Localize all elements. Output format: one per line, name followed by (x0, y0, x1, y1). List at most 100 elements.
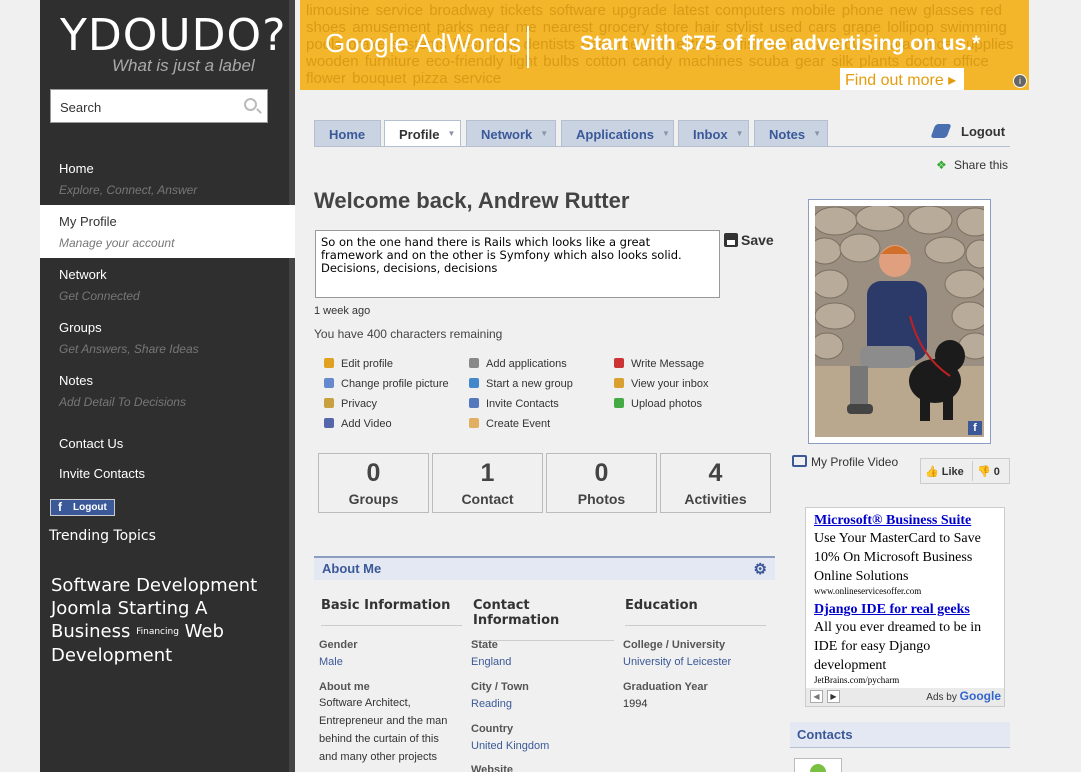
adwords-banner[interactable]: limousine service broadway tickets softw… (300, 0, 1029, 90)
view-inbox-link[interactable]: View your inbox (614, 378, 708, 390)
ads-by-google[interactable]: Ads by Google (926, 689, 1001, 703)
ad-headline[interactable]: Microsoft® Business Suite (814, 513, 996, 529)
field-value[interactable]: England (471, 653, 611, 671)
stat-photos[interactable]: 0 Photos (546, 453, 657, 513)
sidebar-item-subtitle: Manage your account (59, 236, 175, 250)
tag-link[interactable]: Software Development (51, 575, 257, 596)
search-input[interactable]: Search (50, 89, 268, 123)
action-label: Add applications (486, 358, 567, 370)
lock-icon (324, 398, 334, 408)
status-textarea[interactable]: So on the one hand there is Rails which … (315, 230, 720, 298)
facebook-logout-label: Logout (73, 502, 107, 513)
chevron-left-icon[interactable]: ◀ (810, 690, 823, 703)
ad-headline[interactable]: Django IDE for real geeks (814, 602, 996, 618)
edit-profile-link[interactable]: Edit profile (324, 358, 393, 370)
tv-icon (792, 455, 807, 467)
sidebar-item-groups[interactable]: Groups Get Answers, Share Ideas (40, 311, 295, 364)
tab-label: Home (329, 127, 366, 142)
ad-url[interactable]: www.onlineservicesoffer.com (814, 586, 996, 596)
tab-profile[interactable]: Profile ▼ (384, 120, 461, 147)
action-label: Change profile picture (341, 378, 449, 390)
search-icon[interactable] (244, 98, 257, 111)
save-button[interactable]: Save (724, 232, 774, 248)
share-icon: ❖ (936, 158, 947, 172)
video-label: My Profile Video (811, 455, 899, 469)
profile-photo[interactable]: f (808, 199, 991, 444)
stat-number: 0 (366, 459, 381, 487)
chevron-down-icon: ▼ (662, 129, 670, 138)
chevron-down-icon: ▼ (540, 129, 549, 138)
add-applications-link[interactable]: Add applications (469, 358, 567, 370)
create-event-link[interactable]: Create Event (469, 418, 550, 430)
play-arrow-icon: ▸ (948, 72, 957, 89)
tab-home[interactable]: Home (314, 120, 381, 147)
field-value[interactable]: University of Leicester (623, 653, 773, 671)
ad-info-icon[interactable]: i (1013, 74, 1027, 88)
field-value[interactable]: United Kingdom (471, 737, 611, 755)
welcome-heading: Welcome back, Andrew Rutter (314, 188, 630, 213)
tag-link[interactable]: Financing (136, 627, 179, 637)
stat-number: 0 (594, 459, 609, 487)
tab-network[interactable]: Network ▼ (466, 120, 556, 147)
inbox-icon (614, 378, 624, 388)
chars-remaining: You have 400 characters remaining (314, 327, 503, 341)
field-value[interactable]: Reading (471, 695, 611, 713)
calendar-icon (469, 418, 479, 428)
picture-icon (324, 378, 334, 388)
ad-offer-text: Start with $75 of free advertising on us… (580, 32, 981, 55)
stat-number: 1 (480, 459, 495, 487)
logout-link[interactable]: Logout (930, 124, 1005, 139)
sidebar-item-home[interactable]: Home Explore, Connect, Answer (40, 152, 295, 205)
tab-applications[interactable]: Applications ▼ (561, 120, 674, 147)
field-country: Country United Kingdom (471, 723, 611, 755)
like-label: Like (941, 466, 964, 478)
action-label: Edit profile (341, 358, 393, 370)
field-label: Website (471, 764, 513, 772)
user-icon (614, 358, 624, 368)
chevron-right-icon[interactable]: ▶ (827, 690, 840, 703)
contact-avatar[interactable] (794, 758, 842, 772)
field-label: Country (471, 723, 514, 735)
gear-icon[interactable]: ⚙ (754, 560, 767, 578)
ad-find-out-more-button[interactable]: Find out more ▸ (840, 68, 964, 90)
stat-label: Photos (577, 491, 626, 507)
tag-link[interactable]: Joomla (51, 598, 112, 619)
site-tagline: What is just a label (112, 56, 255, 75)
tab-inbox[interactable]: Inbox ▼ (678, 120, 749, 147)
site-logo[interactable]: YDOUDO? (60, 10, 286, 61)
sidebar-item-my-profile[interactable]: My Profile Manage your account (40, 205, 295, 258)
field-value[interactable]: Male (319, 653, 459, 671)
action-label: View your inbox (631, 378, 709, 390)
write-message-link[interactable]: Write Message (614, 358, 704, 370)
stat-groups[interactable]: 0 Groups (318, 453, 429, 513)
ad-url[interactable]: JetBrains.com/pycharm (814, 675, 996, 685)
field-label: City / Town (471, 681, 529, 693)
stat-contacts[interactable]: 1 Contact (432, 453, 543, 513)
share-link[interactable]: ❖ Share this (936, 158, 1008, 172)
tab-notes[interactable]: Notes ▼ (754, 120, 828, 147)
sidebar-item-network[interactable]: Network Get Connected (40, 258, 295, 311)
invite-contacts-link[interactable]: Invite Contacts (469, 398, 559, 410)
sidebar-item-invite-contacts[interactable]: Invite Contacts (59, 466, 145, 481)
logout-icon (930, 124, 952, 138)
sidebar-item-notes[interactable]: Notes Add Detail To Decisions (40, 364, 295, 417)
start-group-link[interactable]: Start a new group (469, 378, 573, 390)
like-button[interactable]: 👍 Like (925, 465, 964, 478)
stat-activities[interactable]: 4 Activities (660, 453, 771, 513)
sidebar-nav: Home Explore, Connect, Answer My Profile… (40, 152, 295, 417)
sidebar-item-contact-us[interactable]: Contact Us (59, 436, 123, 451)
field-label: College / University (623, 639, 726, 651)
profile-video-link[interactable]: My Profile Video (792, 455, 898, 469)
add-video-link[interactable]: Add Video (324, 418, 392, 430)
sidebar-item-title: My Profile (59, 214, 117, 229)
upload-photos-link[interactable]: Upload photos (614, 398, 702, 410)
stat-label: Contact (461, 491, 514, 507)
chevron-down-icon: ▼ (447, 129, 456, 138)
tab-label: Profile (399, 127, 440, 142)
facebook-logout-button[interactable]: f Logout (50, 499, 115, 516)
privacy-link[interactable]: Privacy (324, 398, 377, 410)
share-label: Share this (954, 158, 1009, 172)
avatar-icon (810, 764, 826, 772)
change-profile-picture-link[interactable]: Change profile picture (324, 378, 449, 390)
dislike-button[interactable]: 👎 0 (977, 465, 1000, 478)
